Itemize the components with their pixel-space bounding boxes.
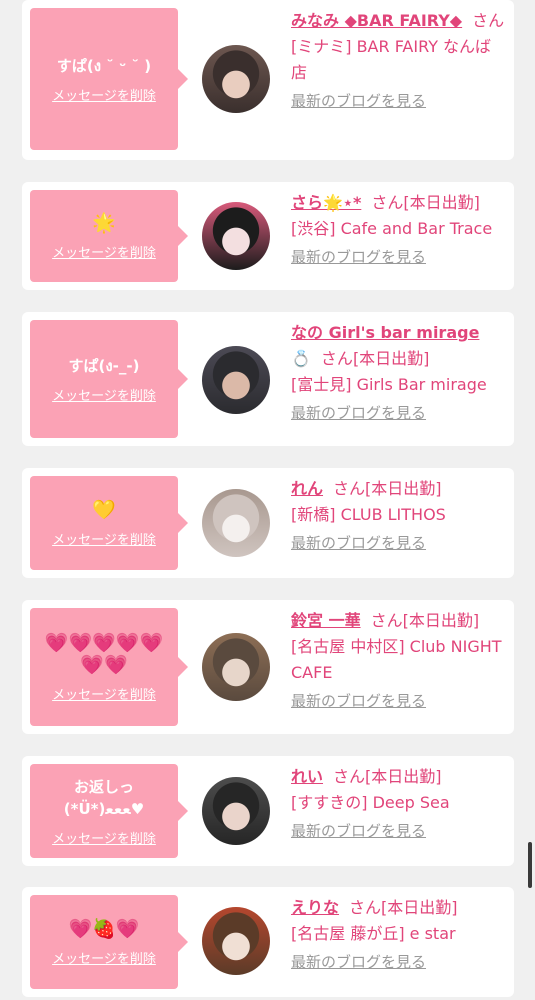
avatar[interactable] [202, 489, 270, 557]
status-badge: [本日出勤] [381, 898, 458, 917]
message-bubble: 💗💗💗💗💗💗💗 メッセージを削除 [30, 608, 188, 726]
delete-message-link[interactable]: メッセージを削除 [52, 85, 156, 104]
status-badge: [本日出勤] [365, 767, 442, 786]
girl-info: 鈴宮 一華 さん[本日出勤] [名古屋 中村区] Club NIGHT CAFE 最新… [291, 608, 506, 711]
status-badge: [本日出勤] [365, 479, 442, 498]
status-badge: [本日出勤] [403, 193, 480, 212]
latest-blog-link[interactable]: 最新のブログを見る [291, 402, 426, 423]
shop-name: [富士見] Girls Bar mirage [291, 375, 487, 394]
delete-message-link[interactable]: メッセージを削除 [52, 385, 156, 404]
message-text: すぱ(ง-_-) [68, 356, 140, 375]
shop-name: [渋谷] Cafe and Bar Trace [291, 219, 493, 238]
honorific: さん [333, 767, 366, 786]
honorific: さん [320, 349, 353, 368]
delete-message-link[interactable]: メッセージを削除 [52, 529, 156, 548]
latest-blog-link[interactable]: 最新のブログを見る [291, 246, 426, 267]
message-text: すぱ(ง ˘ ᵕ ˘ ) [56, 56, 152, 75]
delete-message-link[interactable]: メッセージを削除 [52, 948, 156, 967]
name-line: 鈴宮 一華 さん[本日出勤] [291, 608, 506, 634]
delete-message-link[interactable]: メッセージを削除 [52, 684, 156, 703]
honorific: さん [370, 611, 403, 630]
avatar[interactable] [202, 346, 270, 414]
girl-name-link[interactable]: えりな [291, 898, 339, 917]
girl-name-link[interactable]: れい [291, 767, 323, 786]
avatar[interactable] [202, 633, 270, 701]
name-line: れい さん[本日出勤] [291, 764, 506, 790]
name-line: さら🌟⋆* さん[本日出勤] [291, 190, 506, 216]
name-line: みなみ ◆BAR FAIRY◆ さん [291, 8, 506, 34]
message-card: すぱ(ง ˘ ᵕ ˘ ) メッセージを削除 みなみ ◆BAR FAIRY◆ さん [ミナ… [22, 0, 514, 160]
avatar[interactable] [202, 907, 270, 975]
girl-info: れん さん[本日出勤] [新橋] CLUB LITHOS 最新のブログを見る [291, 476, 506, 553]
message-bubble: 💛 メッセージを削除 [30, 476, 188, 570]
honorific: さん [472, 11, 505, 30]
message-bubble: 🌟 メッセージを削除 [30, 190, 188, 282]
message-text: 💗💗💗💗💗💗💗 [44, 631, 164, 676]
shop-name: [名古屋 中村区] Club NIGHT CAFE [291, 637, 502, 682]
delete-message-link[interactable]: メッセージを削除 [52, 242, 156, 261]
scrollbar-thumb[interactable] [528, 842, 532, 888]
honorific: さん [371, 193, 404, 212]
name-line: なの Girl's bar mirage 💍 さん[本日出勤] [291, 320, 506, 372]
avatar[interactable] [202, 202, 270, 270]
status-badge: [本日出勤] [402, 611, 480, 630]
message-card: すぱ(ง-_-) メッセージを削除 なの Girl's bar mirage 💍 さん[… [22, 312, 514, 446]
message-card: 💛 メッセージを削除 れん さん[本日出勤] [新橋] CLUB LITHOS 最新のブロ… [22, 468, 514, 578]
message-text: 💗🍓💗 [68, 917, 140, 940]
status-badge: [本日出勤] [352, 349, 430, 368]
message-card: お返しっ(*Ü*)ﻌﻌﻌ♥ メッセージを削除 れい さん[本日出勤] [すすきの] De… [22, 756, 514, 866]
latest-blog-link[interactable]: 最新のブログを見る [291, 820, 426, 841]
shop-name: [すすきの] Deep Sea [291, 793, 450, 812]
message-bubble: すぱ(ง ˘ ᵕ ˘ ) メッセージを削除 [30, 8, 188, 150]
message-bubble: 💗🍓💗 メッセージを削除 [30, 895, 188, 989]
message-card: 🌟 メッセージを削除 さら🌟⋆* さん[本日出勤] [渋谷] Cafe and Bar … [22, 182, 514, 290]
girl-name-link[interactable]: れん [291, 479, 323, 498]
message-bubble: お返しっ(*Ü*)ﻌﻌﻌ♥ メッセージを削除 [30, 764, 188, 858]
girl-name-link[interactable]: さら🌟⋆* [291, 193, 361, 212]
girl-name-link[interactable]: なの Girl's bar mirage [291, 323, 479, 342]
latest-blog-link[interactable]: 最新のブログを見る [291, 532, 426, 553]
message-text: 💛 [92, 498, 116, 521]
latest-blog-link[interactable]: 最新のブログを見る [291, 951, 426, 972]
latest-blog-link[interactable]: 最新のブログを見る [291, 690, 426, 711]
girl-name-link[interactable]: みなみ ◆BAR FAIRY◆ [291, 11, 462, 30]
honorific: さん [349, 898, 382, 917]
name-line: えりな さん[本日出勤] [291, 895, 506, 921]
girl-name-link[interactable]: 鈴宮 一華 [291, 611, 361, 630]
girl-info: れい さん[本日出勤] [すすきの] Deep Sea 最新のブログを見る [291, 764, 506, 841]
girl-info: えりな さん[本日出勤] [名古屋 藤が丘] e star 最新のブログを見る [291, 895, 506, 972]
message-text: お返しっ(*Ü*)ﻌﻌﻌ♥ [63, 777, 145, 818]
shop-name: [ミナミ] BAR FAIRY なんば店 [291, 37, 492, 82]
shop-name: [新橋] CLUB LITHOS [291, 505, 446, 524]
shop-name: [名古屋 藤が丘] e star [291, 924, 456, 943]
girl-info: みなみ ◆BAR FAIRY◆ さん [ミナミ] BAR FAIRY なんば店最新の… [291, 8, 506, 111]
name-line: れん さん[本日出勤] [291, 476, 506, 502]
delete-message-link[interactable]: メッセージを削除 [52, 828, 156, 847]
honorific: さん [333, 479, 366, 498]
latest-blog-link[interactable]: 最新のブログを見る [291, 90, 426, 111]
girl-info: なの Girl's bar mirage 💍 さん[本日出勤] [富士見] Girls… [291, 320, 506, 423]
message-text: 🌟 [92, 211, 116, 234]
message-card: 💗🍓💗 メッセージを削除 えりな さん[本日出勤] [名古屋 藤が丘] e star 最新… [22, 887, 514, 997]
avatar[interactable] [202, 45, 270, 113]
girl-info: さら🌟⋆* さん[本日出勤] [渋谷] Cafe and Bar Trace 最新のブ… [291, 190, 506, 267]
message-card: 💗💗💗💗💗💗💗 メッセージを削除 鈴宮 一華 さん[本日出勤] [名古屋 中村区] Cl… [22, 600, 514, 734]
avatar[interactable] [202, 777, 270, 845]
ring-icon: 💍 [291, 349, 311, 368]
message-bubble: すぱ(ง-_-) メッセージを削除 [30, 320, 188, 438]
